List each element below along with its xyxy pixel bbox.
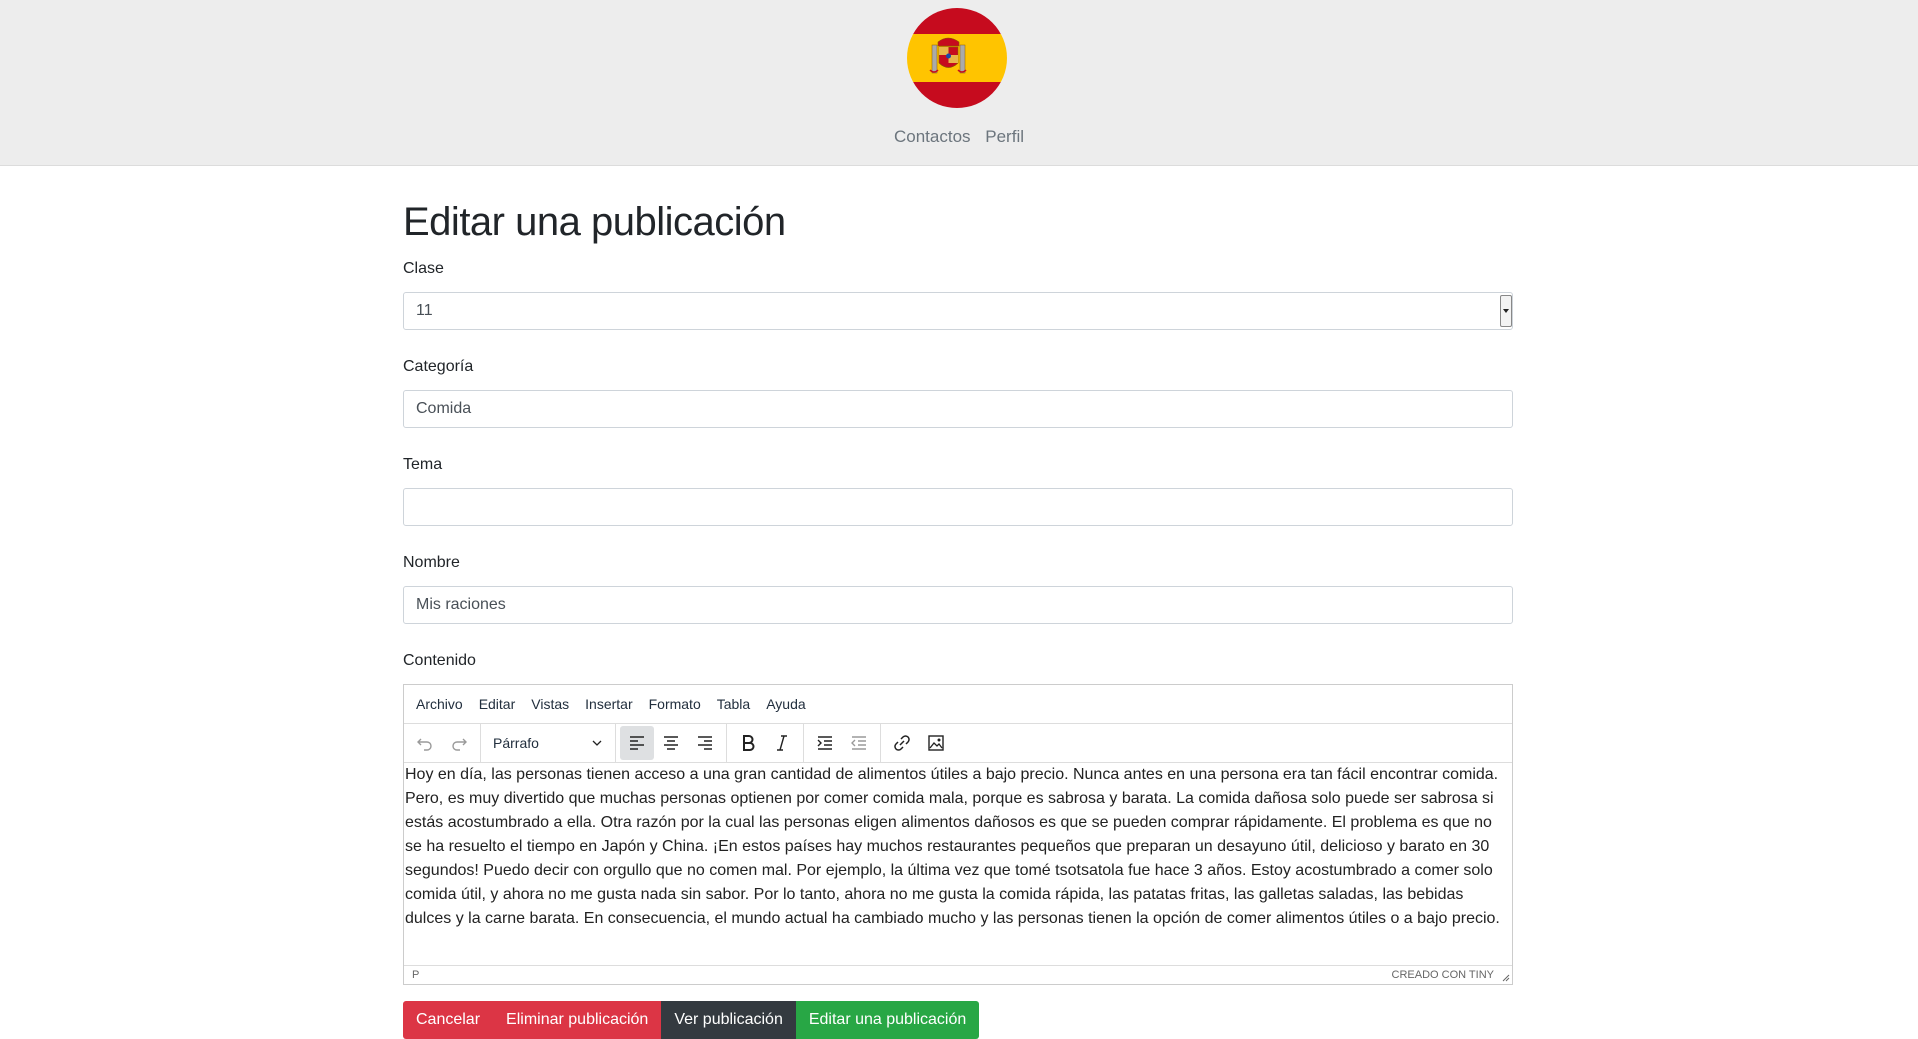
clase-label: Clase	[403, 260, 444, 277]
undo-icon[interactable]	[408, 726, 442, 760]
clase-value: 11	[416, 302, 433, 319]
clase-select[interactable]: 11	[403, 292, 1513, 330]
chevron-down-icon[interactable]	[1500, 295, 1512, 327]
align-left-icon[interactable]	[620, 726, 654, 760]
menu-insertar[interactable]: Insertar	[577, 696, 640, 712]
editor-menubar: Archivo Editar Vistas Insertar Formato T…	[404, 685, 1512, 724]
nav-perfil[interactable]: Perfil	[985, 127, 1024, 146]
format-select[interactable]: Párrafo	[485, 726, 611, 760]
delete-post-button[interactable]: Eliminar publicación	[493, 1001, 662, 1039]
tiny-branding[interactable]: CREADO CON TINY	[1392, 969, 1494, 981]
indent-icon[interactable]	[808, 726, 842, 760]
editor-content[interactable]: Hoy en día, las personas tienen acceso a…	[404, 763, 1512, 965]
nombre-label: Nombre	[403, 554, 460, 571]
edit-post-form: Editar una publicación Clase 11 Categorí…	[403, 190, 1513, 1039]
outdent-icon[interactable]	[842, 726, 876, 760]
menu-formato[interactable]: Formato	[641, 696, 709, 712]
editor-toolbar: Párrafo	[404, 724, 1512, 763]
menu-archivo[interactable]: Archivo	[408, 696, 471, 712]
categoria-value: Comida	[416, 400, 472, 417]
edit-post-button[interactable]: Editar una publicación	[795, 1001, 980, 1039]
editor-statusbar: P CREADO CON TINY	[404, 965, 1512, 984]
bold-icon[interactable]	[731, 726, 765, 760]
align-right-icon[interactable]	[688, 726, 722, 760]
italic-icon[interactable]	[765, 726, 799, 760]
nombre-value: Mis raciones	[416, 596, 506, 613]
image-icon[interactable]	[919, 726, 953, 760]
menu-ayuda[interactable]: Ayuda	[758, 696, 813, 712]
tema-label: Tema	[403, 456, 443, 473]
categoria-input[interactable]: Comida	[403, 390, 1513, 428]
cancel-button[interactable]: Cancelar	[403, 1001, 494, 1039]
format-value: Párrafo	[493, 735, 539, 751]
top-nav: Contactos Perfil	[0, 127, 1918, 147]
link-icon[interactable]	[885, 726, 919, 760]
nombre-input[interactable]: Mis raciones	[403, 586, 1513, 624]
contenido-label: Contenido	[403, 652, 476, 669]
rich-text-editor: Archivo Editar Vistas Insertar Formato T…	[403, 684, 1513, 985]
nav-contactos[interactable]: Contactos	[894, 127, 971, 146]
menu-tabla[interactable]: Tabla	[709, 696, 758, 712]
resize-handle-icon[interactable]	[1501, 973, 1510, 982]
redo-icon[interactable]	[442, 726, 476, 760]
menu-editar[interactable]: Editar	[471, 696, 524, 712]
align-center-icon[interactable]	[654, 726, 688, 760]
top-header: Contactos Perfil	[0, 0, 1918, 166]
page-title: Editar una publicación	[403, 200, 786, 244]
action-buttons: Cancelar Eliminar publicación Ver public…	[403, 1001, 1513, 1039]
menu-vistas[interactable]: Vistas	[523, 696, 577, 712]
categoria-label: Categoría	[403, 358, 474, 375]
view-post-button[interactable]: Ver publicación	[661, 1001, 796, 1039]
spain-flag-logo[interactable]	[907, 8, 1007, 108]
chevron-down-icon	[592, 740, 602, 746]
element-path[interactable]: P	[412, 969, 419, 981]
tema-input[interactable]	[403, 488, 1513, 526]
